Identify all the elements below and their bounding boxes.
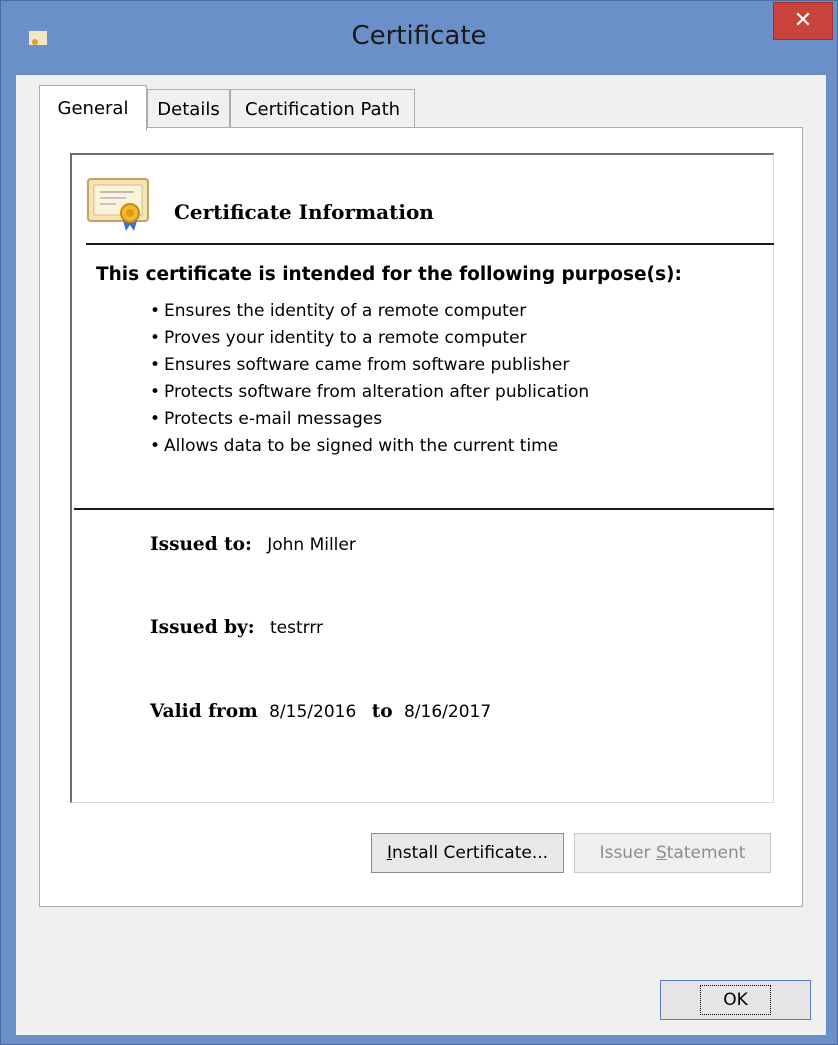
dialog-client-area: General Details Certification Path Certi… (16, 75, 826, 1035)
purpose-list: Ensures the identity of a remote compute… (150, 298, 589, 460)
window-title: Certificate (351, 21, 487, 51)
list-item: Ensures software came from software publ… (150, 352, 589, 379)
issued-to-row: Issued to: John Miller (150, 534, 356, 555)
certificate-info-box: Certificate Information This certificate… (70, 153, 774, 803)
list-item: Allows data to be signed with the curren… (150, 433, 589, 460)
validity-row: Valid from 8/15/2016 to 8/16/2017 (150, 701, 491, 722)
close-icon: ✕ (793, 8, 813, 33)
install-certificate-button[interactable]: Install Certificate... (371, 833, 564, 873)
issued-by-value: testrrr (270, 618, 324, 638)
list-item: Protects software from alteration after … (150, 379, 589, 406)
general-tab-panel: Certificate Information This certificate… (39, 127, 803, 907)
close-button[interactable]: ✕ (773, 2, 833, 40)
certificate-ribbon-icon (87, 178, 149, 231)
list-item: Protects e-mail messages (150, 406, 589, 433)
valid-from-value: 8/15/2016 (269, 702, 357, 722)
issued-to-value: John Miller (267, 535, 356, 555)
valid-from-label: Valid from (150, 701, 258, 722)
certificate-information-heading: Certificate Information (174, 200, 434, 224)
tab-general-label: General (57, 98, 129, 119)
divider (74, 508, 774, 510)
tab-certification-path-label: Certification Path (244, 99, 401, 120)
certificate-window: Certificate ✕ General Details Certificat… (0, 0, 838, 1045)
purpose-heading: This certificate is intended for the fol… (96, 264, 682, 285)
list-item: Proves your identity to a remote compute… (150, 325, 589, 352)
issuer-statement-button[interactable]: Issuer Statement (574, 833, 771, 873)
issuer-statement-label-prefix: Issuer (599, 843, 656, 863)
issued-to-label: Issued to: (150, 534, 252, 555)
valid-to-label: to (371, 701, 393, 722)
valid-to-value: 8/16/2017 (403, 702, 492, 722)
divider (86, 243, 774, 245)
list-item: Ensures the identity of a remote compute… (150, 298, 589, 325)
ok-button[interactable]: OK (660, 980, 811, 1020)
issuer-statement-label: tatement (666, 843, 746, 863)
install-certificate-label: nstall Certificate... (391, 843, 549, 863)
tab-general[interactable]: General (39, 85, 147, 131)
ok-label: OK (700, 985, 771, 1015)
tab-details-label: Details (157, 99, 220, 120)
issued-by-row: Issued by: testrrr (150, 617, 323, 638)
tab-certification-path[interactable]: Certification Path (230, 89, 415, 129)
title-bar[interactable]: Certificate ✕ (1, 1, 837, 81)
issuer-statement-accel: S (655, 843, 667, 863)
issued-by-label: Issued by: (150, 617, 255, 638)
tab-details[interactable]: Details (147, 89, 230, 129)
